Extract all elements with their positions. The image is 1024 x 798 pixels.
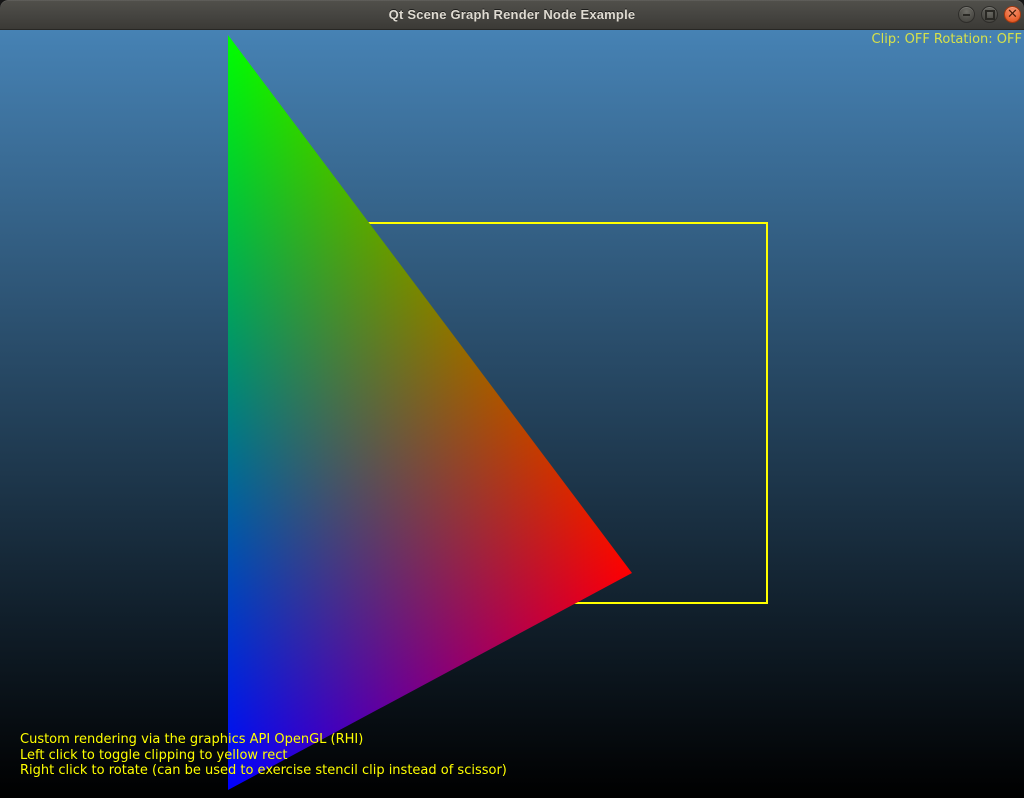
window-title: Qt Scene Graph Render Node Example	[389, 7, 636, 22]
instruction-line-2: Left click to toggle clipping to yellow …	[20, 748, 507, 764]
render-viewport[interactable]: Clip: OFF Rotation: OFF Custom rendering…	[0, 30, 1024, 798]
app-window: Qt Scene Graph Render Node Example ✕	[0, 0, 1024, 798]
minimize-icon	[963, 14, 970, 16]
triangle-layer-blue	[0, 30, 1024, 798]
close-button[interactable]: ✕	[1004, 6, 1021, 23]
instruction-line-1: Custom rendering via the graphics API Op…	[20, 732, 507, 748]
rgb-triangle-blue-pass	[228, 35, 632, 790]
status-text: Clip: OFF Rotation: OFF	[872, 31, 1022, 48]
close-icon: ✕	[1007, 7, 1018, 22]
maximize-icon	[985, 10, 995, 20]
instructions: Custom rendering via the graphics API Op…	[20, 732, 507, 779]
titlebar[interactable]: Qt Scene Graph Render Node Example ✕	[0, 0, 1024, 30]
window-controls: ✕	[958, 0, 1021, 29]
instruction-line-3: Right click to rotate (can be used to ex…	[20, 763, 507, 779]
maximize-button[interactable]	[981, 6, 998, 23]
minimize-button[interactable]	[958, 6, 975, 23]
